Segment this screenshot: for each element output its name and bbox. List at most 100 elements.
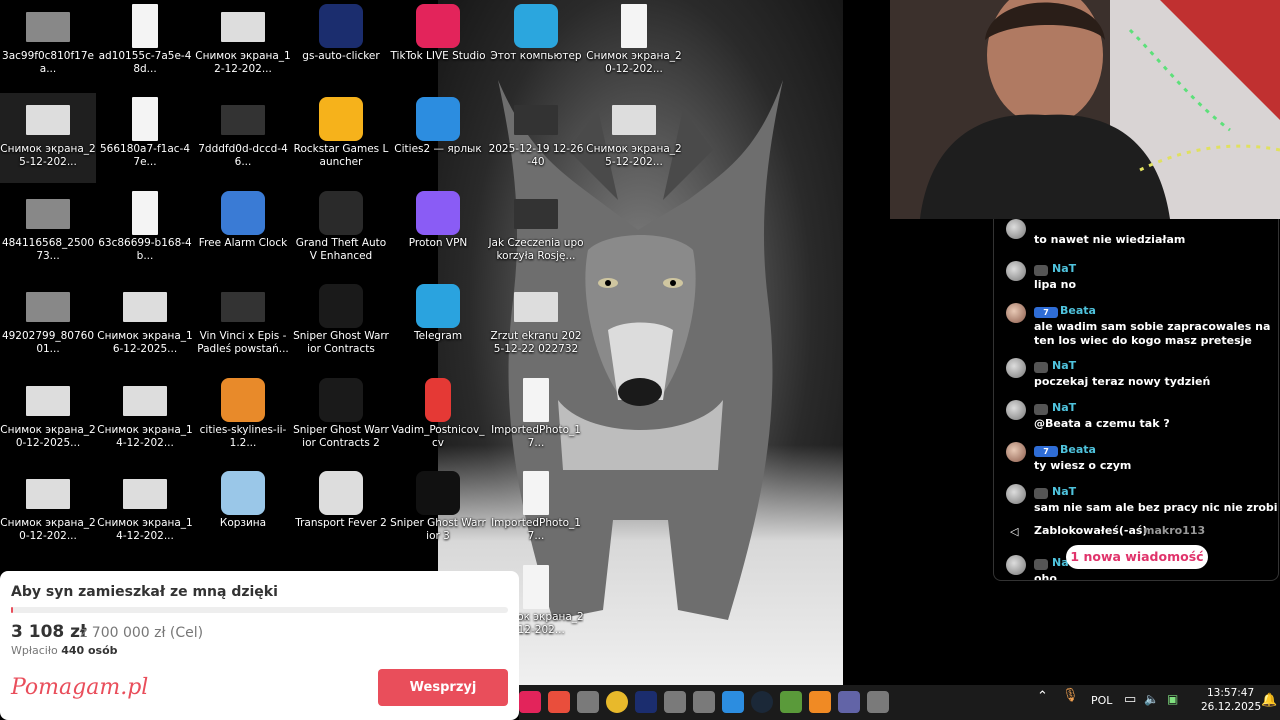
new-messages-button[interactable]: 1 nowa wiadomość (1066, 545, 1208, 569)
clock-date[interactable]: 26.12.2025 (1201, 701, 1261, 713)
clock-time[interactable]: 13:57:47 (1207, 687, 1254, 699)
microphone-icon[interactable]: 🎙 (1062, 688, 1079, 703)
desktop-icon[interactable]: Снимок экрана_20-12-202... (0, 467, 96, 557)
desktop-icon-label: Telegram (413, 330, 463, 342)
chat-username[interactable]: NaT (1052, 359, 1076, 372)
avatar[interactable] (1006, 219, 1026, 239)
system-message-user[interactable]: makro113 (1143, 524, 1205, 537)
chat-username[interactable]: NaT (1052, 262, 1076, 275)
desktop-icon[interactable]: Снимок экрана_25-12-202... (0, 93, 96, 183)
chat-username[interactable]: Beata (1060, 304, 1096, 317)
desktop-icon[interactable]: Vin Vinci x Epis - Padleś powstań... (195, 280, 291, 370)
desktop-icon[interactable]: 484116568_250073... (0, 187, 96, 277)
desktop-icon[interactable]: gs-auto-clicker (293, 0, 389, 90)
desktop-icon[interactable]: Sniper Ghost Warrior Contracts 2 (293, 374, 389, 464)
desktop-icon-label: 7dddfd0d-dccd-46... (198, 143, 288, 168)
app-icon[interactable] (664, 691, 686, 713)
badge-icon (1034, 362, 1048, 373)
chat-username[interactable]: Beata (1060, 443, 1096, 456)
desktop-icon[interactable]: Снимок экрана_12-12-202... (195, 0, 291, 90)
system-message-text: Zablokowałeś(-aś) (1034, 524, 1148, 537)
avatar[interactable] (1006, 555, 1026, 575)
desktop-icon[interactable]: 63c86699-b168-4b... (97, 187, 193, 277)
volume-icon[interactable]: 🔈 (1144, 692, 1159, 706)
language-indicator[interactable]: POL (1091, 694, 1112, 707)
pomagam-logo[interactable]: Pomagam.pl (11, 675, 148, 700)
avatar[interactable] (1006, 303, 1026, 323)
avatar[interactable] (1006, 400, 1026, 420)
minecraft-icon[interactable] (780, 691, 802, 713)
desktop-icon[interactable]: Grand Theft Auto V Enhanced (293, 187, 389, 277)
desktop-icon[interactable]: Vadim_Postnicov_cv (390, 374, 486, 464)
media-icon[interactable] (809, 691, 831, 713)
desktop-icon[interactable]: Снимок экрана_14-12-202... (97, 467, 193, 557)
notification-icon[interactable]: 🔔 (1261, 693, 1277, 708)
desktop-icon[interactable]: Снимок экрана_20-12-2025... (0, 374, 96, 464)
app-icon[interactable] (693, 691, 715, 713)
chat-text: oho (1034, 572, 1057, 581)
desktop-icon[interactable]: Free Alarm Clock (195, 187, 291, 277)
steam-icon[interactable] (751, 691, 773, 713)
desktop-icon-label: Корзина (219, 517, 267, 529)
desktop-icon[interactable]: Sniper Ghost Warrior 3 (390, 467, 486, 557)
teams-icon[interactable] (838, 691, 860, 713)
desktop-icon-label: Zrzut ekranu 2025-12-22 022732 (490, 330, 582, 355)
battery-icon[interactable]: ▣ (1167, 692, 1178, 706)
desktop-icon[interactable]: Снимок экрана_20-12-202... (586, 0, 682, 90)
desktop-icon[interactable]: 566180a7-f1ac-47e... (97, 93, 193, 183)
streamer-camera-image (890, 0, 1280, 219)
chat-username[interactable]: NaT (1052, 485, 1076, 498)
chat-username[interactable]: NaT (1052, 401, 1076, 414)
desktop-icon[interactable]: 7dddfd0d-dccd-46... (195, 93, 291, 183)
donation-widget: Aby syn zamieszkał ze mną dzięki 3 108 z… (0, 571, 519, 720)
avatar[interactable] (1006, 261, 1026, 281)
desktop-icon-label: Sniper Ghost Warrior Contracts (293, 330, 389, 355)
desktop-icon[interactable]: Proton VPN (390, 187, 486, 277)
desktop: 3ac99f0c810f17ea... Снимок экрана_25-12-2… (0, 0, 1280, 720)
app-icon[interactable] (577, 691, 599, 713)
chat-text: to nawet nie wiedziałam (1034, 233, 1186, 246)
desktop-icon[interactable]: ImportedPhoto_17... (488, 467, 584, 557)
desktop-icon[interactable]: Transport Fever 2 (293, 467, 389, 557)
photos-icon[interactable] (722, 691, 744, 713)
desktop-icon[interactable]: 2025-12-19 12-26-40 (488, 93, 584, 183)
badge-icon (1034, 265, 1048, 276)
support-button[interactable]: Wesprzyj (378, 669, 508, 706)
app-icon[interactable] (867, 691, 889, 713)
desktop-icon[interactable]: cities-skylines-ii-1.2... (195, 374, 291, 464)
desktop-icon[interactable]: Zrzut ekranu 2025-12-22 022732 (488, 280, 584, 370)
star-icon[interactable] (635, 691, 657, 713)
desktop-icon[interactable]: Снимок экрана_14-12-202... (97, 374, 193, 464)
avatar[interactable] (1006, 358, 1026, 378)
desktop-icon[interactable]: Cities2 — ярлык (390, 93, 486, 183)
desktop-icon[interactable]: Снимок экрана_16-12-2025... (97, 280, 193, 370)
desktop-icon[interactable]: 3ac99f0c810f17ea... (0, 0, 96, 90)
desktop-icon[interactable]: Этот компьютер (488, 0, 584, 90)
chrome-icon[interactable] (606, 691, 628, 713)
badge-icon (1034, 404, 1048, 415)
tiktok-icon[interactable] (519, 691, 541, 713)
desktop-icon-label: Vadim_Postnicov_cv (391, 424, 485, 449)
avatar[interactable] (1006, 442, 1026, 462)
desktop-icon[interactable]: Telegram (390, 280, 486, 370)
document-icon (132, 191, 158, 235)
desktop-icon[interactable]: Sniper Ghost Warrior Contracts (293, 280, 389, 370)
avatar[interactable] (1006, 484, 1026, 504)
rockstar-icon[interactable] (548, 691, 570, 713)
chat-text: @Beata a czemu tak ? (1034, 417, 1170, 430)
desktop-icon[interactable]: TikTok LIVE Studio (390, 0, 486, 90)
desktop-icon[interactable]: 49202799_8076001... (0, 280, 96, 370)
document-icon (132, 4, 158, 48)
desktop-icon[interactable]: Снимок экрана_25-12-202... (586, 93, 682, 183)
desktop-icon[interactable]: ad10155c-7a5e-48d... (97, 0, 193, 90)
screenshot-icon (123, 292, 167, 322)
desktop-icon[interactable]: Rockstar Games Launcher (293, 93, 389, 183)
desktop-icon[interactable]: Корзина (195, 467, 291, 557)
sgw-icon (319, 378, 363, 422)
network-icon[interactable]: ▭ (1124, 692, 1136, 707)
live-chat: to nawet nie wiedziałam NaT lipa no 7 Beata a… (993, 219, 1279, 581)
desktop-icon[interactable]: Jak Czeczenia upokorzyła Rosję... (488, 187, 584, 277)
donation-progress-bar (11, 607, 508, 613)
chevron-up-icon[interactable]: ⌃ (1037, 689, 1048, 704)
desktop-icon[interactable]: ImportedPhoto_17... (488, 374, 584, 464)
